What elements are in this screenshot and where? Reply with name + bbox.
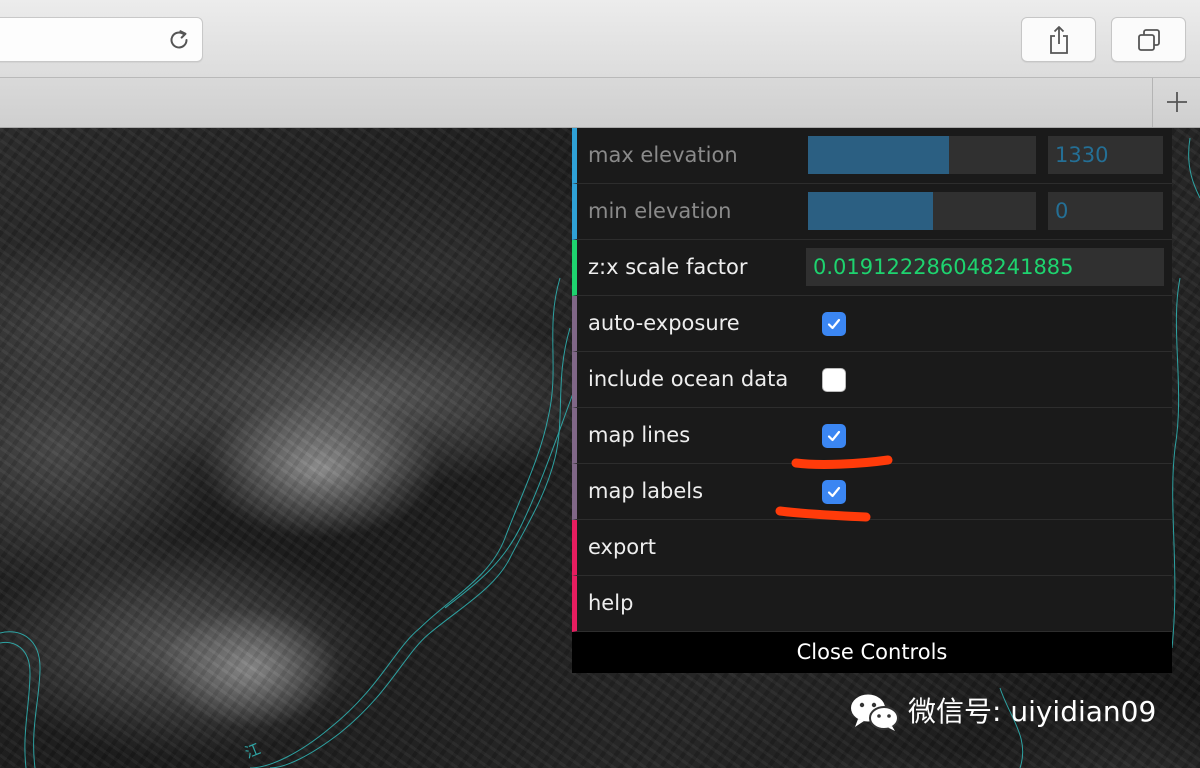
address-bar[interactable]	[0, 17, 203, 62]
auto-exposure-label: auto-exposure	[588, 311, 740, 335]
help-label: help	[588, 591, 634, 615]
min-elevation-row: min elevation 0	[572, 184, 1172, 240]
map-labels-checkbox[interactable]	[822, 480, 846, 504]
help-button[interactable]: help	[572, 576, 1172, 632]
max-elevation-label: max elevation	[588, 143, 738, 167]
annotation-underline-map-lines	[791, 455, 893, 469]
new-tab-button[interactable]	[1152, 78, 1200, 127]
wechat-icon	[848, 692, 902, 732]
include-ocean-row: include ocean data	[572, 352, 1172, 408]
min-elevation-slider-fill	[808, 192, 934, 230]
scale-factor-label: z:x scale factor	[588, 255, 748, 279]
browser-toolbar	[0, 0, 1200, 78]
max-elevation-slider-fill	[808, 136, 950, 174]
map-lines-label: map lines	[588, 423, 691, 447]
map-labels-label: map labels	[588, 479, 704, 503]
scale-factor-input[interactable]	[806, 248, 1164, 286]
max-elevation-row: max elevation 1330	[572, 128, 1172, 184]
export-label: export	[588, 535, 657, 559]
auto-exposure-row: auto-exposure	[572, 296, 1172, 352]
tabs-button[interactable]	[1111, 17, 1186, 62]
auto-exposure-checkbox[interactable]	[822, 312, 846, 336]
reload-icon[interactable]	[166, 27, 192, 53]
scale-factor-row: z:x scale factor	[572, 240, 1172, 296]
include-ocean-label: include ocean data	[588, 367, 789, 391]
max-elevation-slider[interactable]	[808, 136, 1036, 174]
controls-panel: max elevation 1330 min elevation 0 z:x s…	[572, 128, 1172, 673]
min-elevation-input[interactable]: 0	[1048, 192, 1163, 230]
export-button[interactable]: export	[572, 520, 1172, 576]
map-lines-checkbox[interactable]	[822, 424, 846, 448]
max-elevation-input[interactable]: 1330	[1048, 136, 1163, 174]
terrain-map[interactable]: 江 max elevation 1330 min elevation 0 z:x…	[0, 128, 1200, 768]
include-ocean-checkbox[interactable]	[822, 368, 846, 392]
annotation-underline-map-labels	[775, 506, 871, 522]
watermark-text: 微信号: uiyidian09	[908, 695, 1157, 728]
min-elevation-slider[interactable]	[808, 192, 1036, 230]
tab-bar	[0, 78, 1200, 128]
min-elevation-label: min elevation	[588, 199, 732, 223]
close-controls-button[interactable]: Close Controls	[572, 632, 1172, 673]
share-button[interactable]	[1021, 17, 1096, 62]
